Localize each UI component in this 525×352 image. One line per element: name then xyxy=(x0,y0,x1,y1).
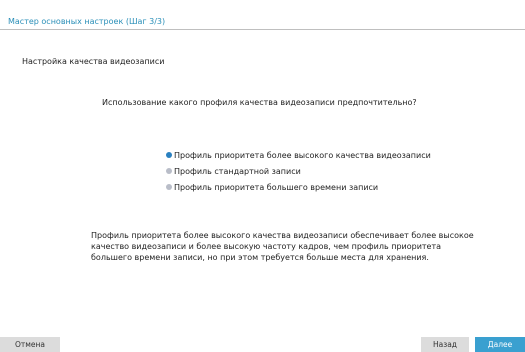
title-bar: Мастер основных настроек (Шаг 3/3) xyxy=(0,0,525,30)
setup-wizard-window: Мастер основных настроек (Шаг 3/3) Настр… xyxy=(0,0,525,352)
option-high-quality[interactable]: Профиль приоритета более высокого качест… xyxy=(166,147,431,163)
back-button[interactable]: Назад xyxy=(421,337,469,352)
profile-description: Профиль приоритета более высокого качест… xyxy=(91,230,521,263)
radio-unselected-icon xyxy=(166,168,172,174)
description-line: качество видеозаписи и более высокую час… xyxy=(91,242,442,251)
option-label: Профиль приоритета более высокого качест… xyxy=(174,150,431,160)
profile-question: Использование какого профиля качества ви… xyxy=(102,98,417,107)
cancel-button[interactable]: Отмена xyxy=(0,337,60,352)
radio-selected-icon xyxy=(166,152,172,158)
window-title: Мастер основных настроек (Шаг 3/3) xyxy=(8,17,166,26)
section-heading: Настройка качества видеозаписи xyxy=(22,57,165,66)
next-button[interactable]: Далее xyxy=(475,337,525,352)
radio-unselected-icon xyxy=(166,184,172,190)
description-line: большего времени записи, но при этом тре… xyxy=(91,253,429,262)
description-line: Профиль приоритета более высокого качест… xyxy=(91,231,474,240)
option-label: Профиль стандартной записи xyxy=(174,166,301,176)
profile-options: Профиль приоритета более высокого качест… xyxy=(166,147,431,195)
option-longer-recording[interactable]: Профиль приоритета большего времени запи… xyxy=(166,179,431,195)
option-label: Профиль приоритета большего времени запи… xyxy=(174,182,379,192)
option-standard[interactable]: Профиль стандартной записи xyxy=(166,163,431,179)
